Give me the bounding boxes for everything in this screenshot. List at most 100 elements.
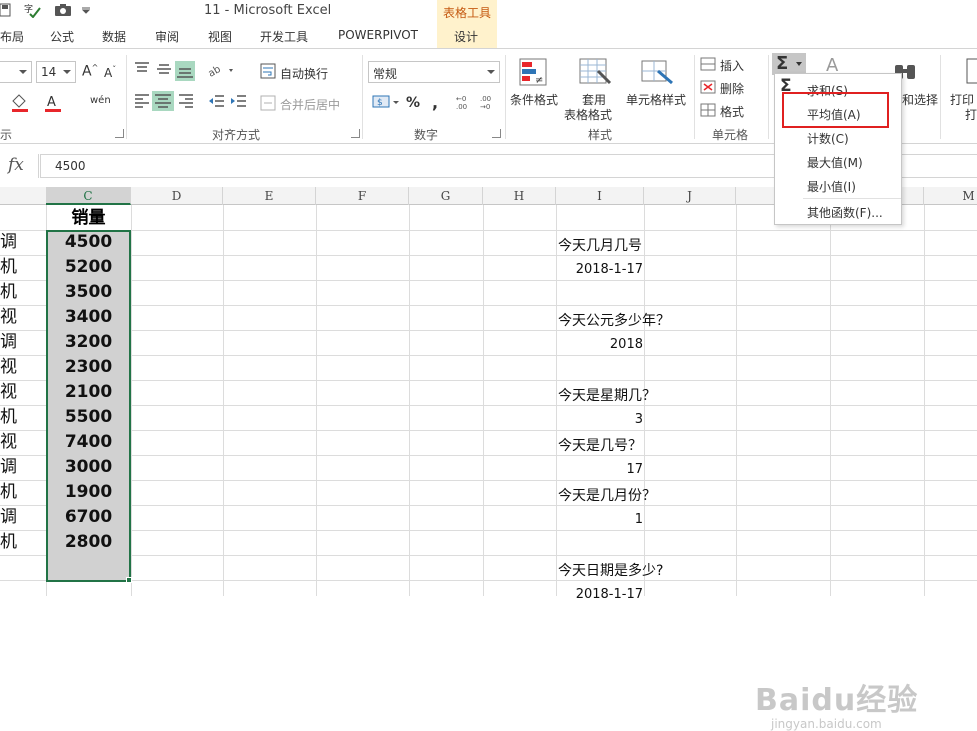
product-cell[interactable]: 视	[0, 355, 46, 380]
sales-cell[interactable]: 5500	[48, 405, 129, 430]
sales-cell[interactable]: 3400	[48, 305, 129, 330]
sales-cell[interactable]: 7400	[48, 430, 129, 455]
column-header-e[interactable]: E	[223, 187, 316, 205]
qat-customize-icon[interactable]	[82, 6, 90, 14]
comma-style-button[interactable]: ,	[432, 93, 438, 112]
product-cell[interactable]: 调	[0, 455, 46, 480]
align-middle-icon[interactable]	[155, 61, 173, 77]
font-name-combo[interactable]	[0, 61, 32, 83]
fill-handle[interactable]	[126, 577, 132, 583]
question-cell[interactable]: 今天是星期几？	[558, 385, 656, 405]
product-cell[interactable]: 机	[0, 280, 46, 305]
font-color-icon[interactable]: A	[44, 93, 66, 113]
product-cell[interactable]: 调	[0, 230, 46, 255]
merge-center-button[interactable]: 合并后居中	[280, 96, 340, 113]
fill-color-icon[interactable]	[10, 93, 32, 113]
sales-cell[interactable]: 3500	[48, 280, 129, 305]
camera-icon[interactable]	[54, 3, 72, 17]
format-as-table-label-2[interactable]: 表格格式	[564, 106, 612, 123]
column-header-i[interactable]: I	[556, 187, 644, 205]
shrink-font-button[interactable]: Aˇ	[104, 65, 116, 80]
spellcheck-icon[interactable]: 字	[24, 2, 42, 18]
tab-powerpivot[interactable]: POWERPIVOT	[338, 28, 418, 42]
answer-cell[interactable]: 2018-1-17	[556, 587, 643, 602]
product-cell[interactable]: 机	[0, 530, 46, 555]
sales-cell[interactable]: 2300	[48, 355, 129, 380]
answer-cell[interactable]: 3	[556, 412, 643, 427]
phonetic-button[interactable]: wén	[90, 95, 111, 106]
font-group-launcher[interactable]	[115, 129, 124, 138]
insert-cells-button[interactable]: 插入	[720, 57, 744, 74]
save-icon[interactable]	[0, 3, 12, 17]
align-right-icon[interactable]	[177, 93, 195, 109]
column-header-m[interactable]: M	[924, 187, 977, 205]
menu-item-max[interactable]: 最大值(M)	[807, 154, 863, 171]
worksheet-grid[interactable]: C D E F G H I J M 销量 调 机 机 视 调 视 视 机 视 调…	[0, 187, 977, 731]
column-header-c[interactable]: C	[46, 187, 131, 205]
sales-cell[interactable]: 3200	[48, 330, 129, 355]
sales-header-cell[interactable]: 销量	[46, 206, 131, 230]
product-cell[interactable]: 视	[0, 380, 46, 405]
decrease-decimal-icon[interactable]: .00→0	[480, 93, 500, 111]
answer-cell[interactable]: 17	[556, 462, 643, 477]
question-cell[interactable]: 今天几月几号	[558, 235, 642, 255]
column-header-j[interactable]: J	[644, 187, 736, 205]
sales-cell[interactable]: 1900	[48, 480, 129, 505]
accounting-format-icon[interactable]: $	[372, 93, 400, 111]
tab-review[interactable]: 审阅	[155, 28, 179, 45]
wrap-text-button[interactable]: 自动换行	[280, 65, 328, 82]
column-header-d[interactable]: D	[131, 187, 223, 205]
sales-cell[interactable]: 3000	[48, 455, 129, 480]
tab-view[interactable]: 视图	[208, 28, 232, 45]
decrease-indent-icon[interactable]	[207, 93, 225, 109]
percent-button[interactable]: %	[406, 95, 420, 111]
increase-indent-icon[interactable]	[229, 93, 247, 109]
align-center-icon[interactable]	[152, 91, 174, 111]
question-cell[interactable]: 今天公元多少年？	[558, 310, 670, 330]
orientation-icon[interactable]: ab	[207, 61, 235, 79]
align-bottom-icon[interactable]	[175, 61, 195, 81]
column-header-g[interactable]: G	[409, 187, 483, 205]
column-header-h[interactable]: H	[483, 187, 556, 205]
sales-cell[interactable]: 2800	[48, 530, 129, 555]
tab-data[interactable]: 数据	[102, 28, 126, 45]
find-select-label[interactable]: 和选择	[902, 91, 938, 108]
answer-cell[interactable]: 1	[556, 512, 643, 527]
number-format-combo[interactable]: 常规	[368, 61, 500, 83]
question-cell[interactable]: 今天是几号？	[558, 435, 642, 455]
column-header-f[interactable]: F	[316, 187, 409, 205]
tab-layout[interactable]: 布局	[0, 28, 24, 45]
sales-cell[interactable]: 6700	[48, 505, 129, 530]
tab-developer[interactable]: 开发工具	[260, 28, 308, 45]
grow-font-button[interactable]: A^	[82, 63, 98, 80]
insert-function-icon[interactable]: fx	[8, 155, 24, 175]
align-top-icon[interactable]	[133, 61, 151, 77]
menu-item-count[interactable]: 计数(C)	[807, 130, 849, 147]
product-cell[interactable]: 机	[0, 255, 46, 280]
number-group-launcher[interactable]	[492, 129, 501, 138]
cell-styles-button[interactable]: 单元格样式	[626, 91, 686, 108]
product-cell[interactable]: 机	[0, 480, 46, 505]
font-size-combo[interactable]: 14	[36, 61, 76, 83]
autosum-button[interactable]: Σ	[772, 53, 806, 75]
menu-item-more-functions[interactable]: 其他函数(F)...	[807, 204, 883, 221]
tab-design[interactable]: 设计	[454, 28, 478, 45]
increase-decimal-icon[interactable]: ←0.00	[456, 93, 476, 111]
answer-cell[interactable]: 2018	[556, 337, 643, 352]
delete-cells-button[interactable]: 删除	[720, 80, 744, 97]
wrap-text-icon[interactable]	[260, 63, 276, 79]
tab-formulas[interactable]: 公式	[50, 28, 74, 45]
product-cell[interactable]: 调	[0, 330, 46, 355]
conditional-format-button[interactable]: 条件格式	[510, 91, 558, 108]
question-cell[interactable]: 今天是几月份？	[558, 485, 656, 505]
product-cell[interactable]: 调	[0, 505, 46, 530]
answer-cell[interactable]: 2018-1-17	[556, 262, 643, 277]
product-cell[interactable]: 视	[0, 430, 46, 455]
product-cell[interactable]: 机	[0, 405, 46, 430]
question-cell[interactable]: 今天日期是多少?	[558, 560, 663, 580]
format-cells-button[interactable]: 格式	[720, 103, 744, 120]
print-label-2[interactable]: 打	[965, 106, 977, 123]
sales-cell[interactable]: 2100	[48, 380, 129, 405]
sales-cell[interactable]: 4500	[48, 230, 129, 255]
sales-cell[interactable]: 5200	[48, 255, 129, 280]
